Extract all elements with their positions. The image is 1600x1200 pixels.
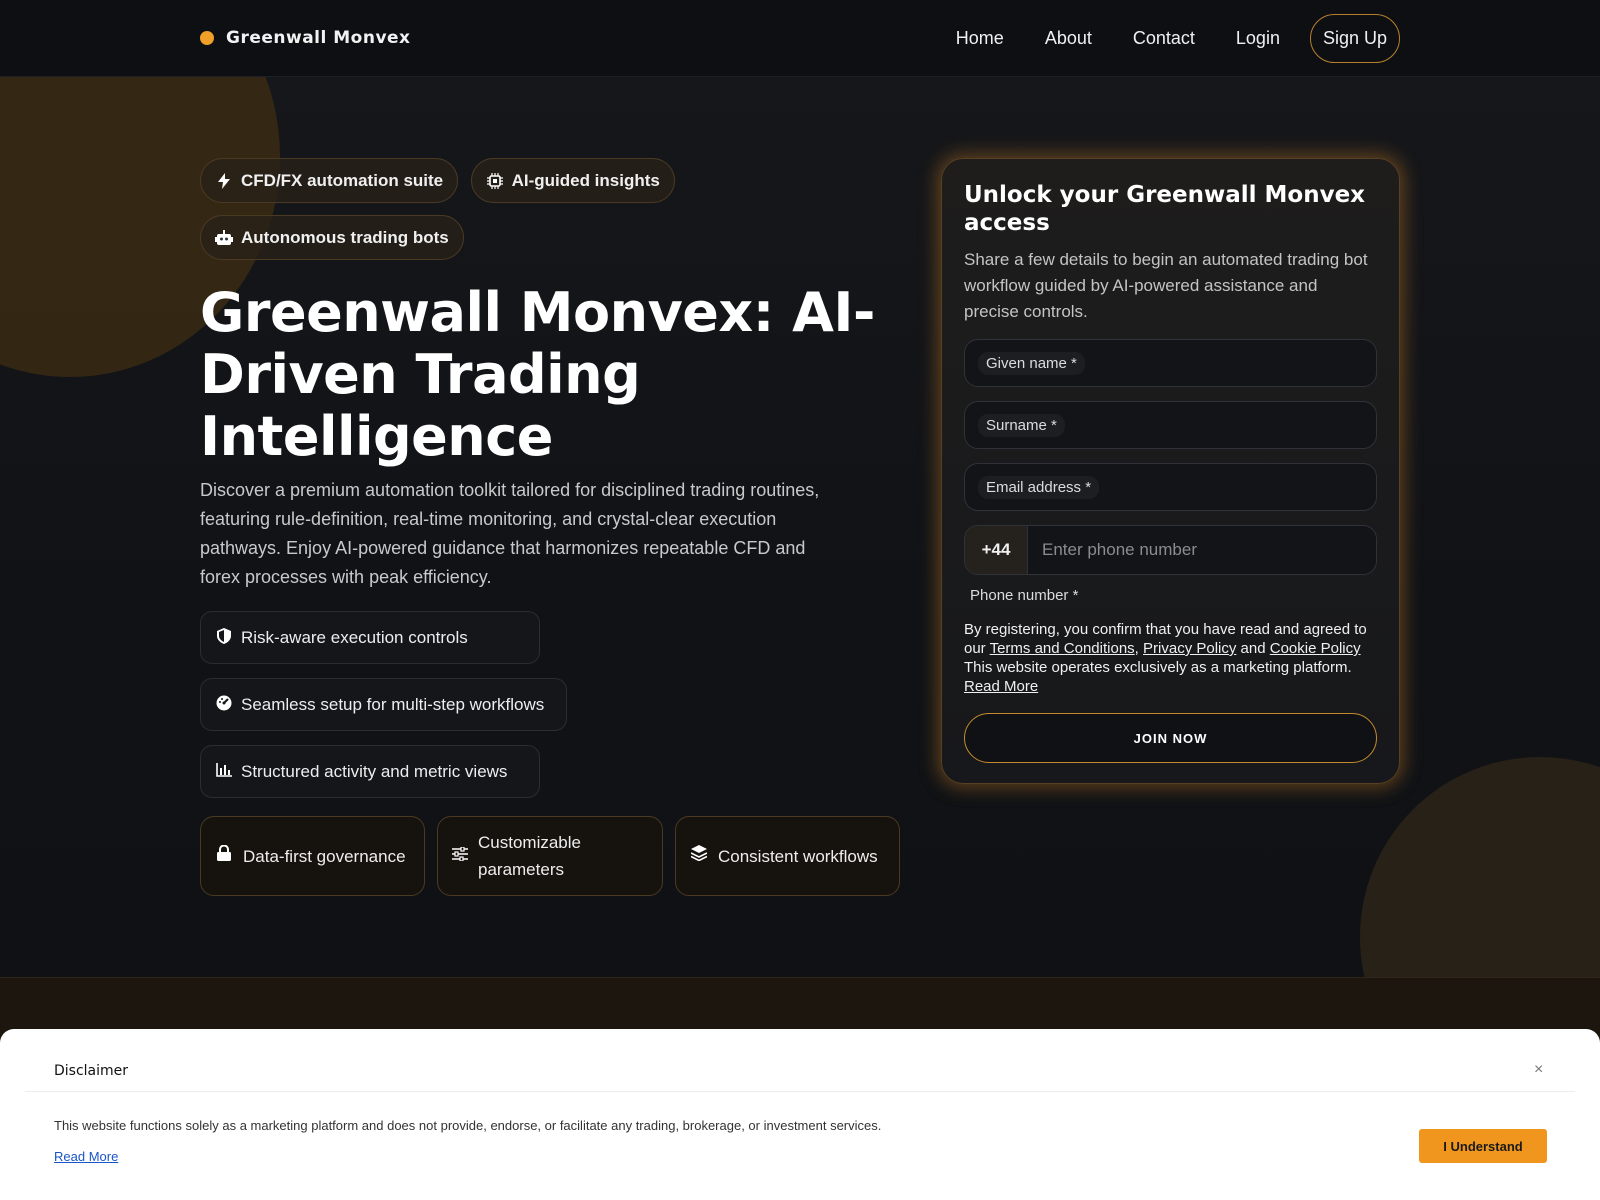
nav-about[interactable]: About — [1045, 28, 1092, 49]
card-label: Consistent workflows — [718, 846, 878, 866]
gauge-icon — [215, 695, 233, 715]
phone-input[interactable] — [1028, 526, 1376, 574]
terms-link[interactable]: Terms and Conditions — [990, 640, 1135, 657]
layers-icon — [690, 843, 708, 870]
card-label: Data-first governance — [243, 846, 406, 866]
disclaimer-title: Disclaimer — [54, 1063, 129, 1079]
phone-field: +44 — [964, 525, 1377, 575]
surname-label: Surname * — [978, 413, 1065, 437]
robot-icon — [215, 229, 233, 247]
brand-dot-icon — [200, 31, 214, 45]
signup-form: Unlock your Greenwall Monvex access Shar… — [941, 158, 1400, 784]
site-header: Greenwall Monvex Home About Contact Logi… — [0, 0, 1600, 77]
given-name-field[interactable]: Given name * — [964, 339, 1377, 387]
chip-label: CFD/FX automation suite — [241, 170, 444, 190]
cookie-link[interactable]: Cookie Policy — [1270, 640, 1361, 657]
feature-label: Seamless setup for multi-step workflows — [241, 694, 545, 714]
country-code-selector[interactable]: +44 — [965, 526, 1028, 574]
disclaimer-text: This website functions solely as a marke… — [54, 1118, 882, 1133]
form-title: Unlock your Greenwall Monvex access — [964, 182, 1366, 236]
email-field[interactable]: Email address * — [964, 463, 1377, 511]
join-now-button[interactable]: JOIN NOW — [964, 713, 1377, 763]
feature-risk-controls: Risk-aware execution controls — [200, 611, 540, 664]
feature-label: Risk-aware execution controls — [241, 627, 468, 647]
hero-headline: Greenwall Monvex: AI-Driven Trading Inte… — [200, 281, 875, 468]
signup-button[interactable]: Sign Up — [1309, 14, 1400, 63]
given-name-label: Given name * — [978, 351, 1085, 375]
chip-cpu-icon — [486, 172, 504, 190]
chip-cfd-fx: CFD/FX automation suite — [200, 158, 459, 203]
card-consistent-workflows: Consistent workflows — [675, 816, 900, 896]
feature-seamless-setup: Seamless setup for multi-step workflows — [200, 678, 567, 731]
disclaimer-read-more-link[interactable]: Read More — [54, 1149, 118, 1164]
sliders-icon — [452, 843, 468, 870]
feature-label: Structured activity and metric views — [241, 761, 508, 781]
privacy-link[interactable]: Privacy Policy — [1143, 640, 1236, 657]
brand-logo[interactable]: Greenwall Monvex — [200, 28, 411, 48]
form-subtitle: Share a few details to begin an automate… — [964, 250, 1368, 321]
card-custom-parameters: Customizable parameters — [437, 816, 663, 896]
shield-icon — [215, 627, 233, 648]
hero-lead: Discover a premium automation toolkit ta… — [200, 480, 820, 587]
feature-metric-views: Structured activity and metric views — [200, 745, 540, 798]
close-icon[interactable]: × — [1534, 1061, 1543, 1079]
terms-text: By registering, you confirm that you hav… — [964, 621, 1367, 695]
form-read-more-link[interactable]: Read More — [964, 678, 1038, 695]
chip-ai-insights: AI-guided insights — [470, 158, 675, 203]
chip-label: Autonomous trading bots — [241, 227, 449, 247]
surname-field[interactable]: Surname * — [964, 401, 1377, 449]
main-nav: Home About Contact Login Sign Up — [956, 14, 1400, 63]
marketing-notice: This website operates exclusively as a m… — [964, 659, 1352, 676]
brand-name: Greenwall Monvex — [226, 28, 411, 48]
card-data-governance: Data-first governance — [200, 816, 425, 896]
disclaimer-banner: Disclaimer × This website functions sole… — [0, 1029, 1600, 1200]
terms-and: and — [1240, 640, 1266, 657]
nav-login[interactable]: Login — [1236, 28, 1280, 49]
i-understand-button[interactable]: I Understand — [1419, 1129, 1547, 1163]
hero-chips: CFD/FX automation suite AI-guided insigh… — [200, 158, 700, 272]
phone-label: Phone number * — [970, 587, 1079, 604]
chip-trading-bots: Autonomous trading bots — [200, 215, 464, 260]
nav-contact[interactable]: Contact — [1133, 28, 1195, 49]
divider — [25, 1091, 1575, 1092]
lock-icon — [215, 843, 233, 870]
card-label: Customizable parameters — [478, 833, 581, 879]
chip-label: AI-guided insights — [511, 170, 660, 190]
lightning-icon — [215, 172, 233, 190]
decorative-circle — [1360, 757, 1600, 977]
email-label: Email address * — [978, 475, 1100, 499]
nav-home[interactable]: Home — [956, 28, 1004, 49]
bar-chart-icon — [215, 762, 233, 781]
